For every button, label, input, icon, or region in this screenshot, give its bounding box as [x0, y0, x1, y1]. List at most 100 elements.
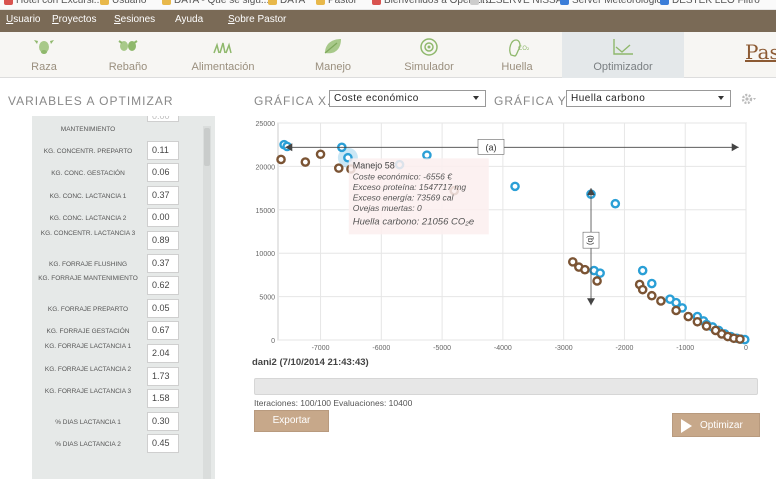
chevron-down-icon: [473, 96, 479, 100]
bookmark-icon: [162, 0, 171, 5]
bookmark-item[interactable]: DATA: [268, 0, 305, 6]
menu-ayuda[interactable]: Ayuda: [175, 14, 203, 25]
variable-value-input[interactable]: 0.05: [147, 298, 179, 318]
variable-label: KG. CONCENTR. LACTANCIA 3: [40, 230, 136, 237]
data-point-brown[interactable]: [735, 334, 745, 344]
data-point-brown[interactable]: [701, 321, 712, 331]
data-point-brown[interactable]: [300, 157, 311, 167]
menu-sobre-pastor[interactable]: Sobre Pastor: [228, 14, 286, 25]
optimize-button[interactable]: Optimizar: [672, 413, 760, 437]
data-point-brown[interactable]: [333, 163, 344, 173]
variable-label: KG. FORRAJE FLUSHING: [48, 260, 127, 268]
data-point-brown[interactable]: [315, 149, 326, 160]
bookmark-item[interactable]: Usuario: [100, 0, 146, 6]
graph-y-title: GRÁFICA Y.: [494, 94, 570, 108]
variable-value-input[interactable]: 0.89: [147, 231, 179, 250]
data-point-brown[interactable]: [646, 290, 657, 301]
data-point-blue[interactable]: [637, 265, 648, 276]
scatter-chart[interactable]: -7000 -6000 -5000 -4000 -3000 -2000 -1000 0 0 500…: [248, 114, 758, 356]
variable-value-input[interactable]: 0.45: [147, 434, 179, 454]
x-tick-label: -5000: [433, 345, 451, 352]
variable-value-input[interactable]: 0.06: [147, 163, 179, 183]
variable-value-input[interactable]: 0.00: [147, 208, 179, 228]
variable-value-input[interactable]: 0.00: [147, 116, 179, 122]
data-point-brown[interactable]: [671, 305, 681, 316]
graph-x-title: GRÁFICA X.: [254, 94, 332, 108]
variable-row: KG. FORRAJE LACTANCIA 1 2.04: [32, 339, 215, 363]
gear-icon[interactable]: [740, 92, 756, 106]
variable-value-input[interactable]: 0.37: [147, 185, 179, 205]
data-point-brown[interactable]: [592, 276, 602, 286]
data-point-blue[interactable]: [422, 150, 432, 160]
variable-row: KG. FORRAJE FLUSHING 0.37: [32, 249, 215, 273]
play-icon: [681, 419, 692, 433]
variable-value-input[interactable]: 0.11: [147, 140, 179, 160]
data-point-brown[interactable]: [683, 311, 694, 322]
bookmark-item[interactable]: Server Meteorológic...: [560, 0, 670, 6]
variable-value-input[interactable]: 0.62: [147, 276, 179, 296]
data-point-brown[interactable]: [276, 154, 286, 165]
bookmark-icon: [372, 0, 381, 5]
variable-value-input[interactable]: 1.58: [147, 389, 179, 409]
variable-value-input[interactable]: 0.67: [147, 321, 179, 341]
variable-label: KG. CONC. LACTANCIA 1: [49, 192, 127, 200]
variable-row: KG. FORRAJE GESTACIÓN 0.67: [32, 316, 215, 341]
menu-proyectos[interactable]: Proyectos: [52, 14, 96, 25]
nav-optimizador[interactable]: Optimizador: [562, 32, 684, 78]
bookmark-label: Pastor: [328, 0, 357, 6]
variable-value-input[interactable]: 0.37: [147, 253, 179, 273]
bookmark-icon: [100, 0, 109, 5]
variable-label: KG. CONC. GESTACIÓN: [51, 170, 125, 178]
export-button[interactable]: Exportar: [254, 410, 329, 432]
bookmark-item[interactable]: RESERVE NISSAN: [470, 0, 570, 6]
nav-manejo[interactable]: Manejo: [298, 32, 368, 78]
variable-label: KG. CONC. LACTANCIA 2: [49, 215, 127, 223]
data-point-brown[interactable]: [692, 316, 703, 327]
variable-value-input[interactable]: 2.04: [147, 344, 179, 363]
variable-row: KG. FORRAJE PREPARTO 0.05: [32, 294, 215, 318]
y-tick-label: 15000: [256, 208, 276, 215]
chart-line-icon: [613, 39, 633, 55]
menu-sesiones[interactable]: Sesiones: [114, 14, 155, 25]
data-point-brown[interactable]: [580, 264, 590, 275]
graph-x-select[interactable]: Coste económico: [329, 90, 486, 107]
data-point-blue[interactable]: [610, 198, 621, 209]
variable-row: KG. CONC. GESTACIÓN 0.06: [32, 158, 215, 183]
variable-label: KG. FORRAJE MANTENIMIENTO: [38, 275, 138, 283]
variable-label: KG. FORRAJE LACTANCIA 2: [44, 365, 132, 373]
nav-huella[interactable]: CO₂ Huella: [486, 32, 548, 78]
variables-panel: MANTENIMIENTO 0.00 KG. CONCENTR. PREPARTO 0…: [32, 116, 215, 479]
tooltip-line: Coste económico: -6556 €: [353, 171, 453, 181]
variables-title: VARIABLES A OPTIMIZAR: [8, 94, 174, 108]
arrow-b-label: (b): [586, 235, 595, 245]
variable-label: % DIAS LACTANCIA 2: [55, 441, 121, 449]
data-point-blue[interactable]: [595, 268, 605, 278]
variable-label: KG. FORRAJE GESTACIÓN: [46, 328, 130, 336]
x-tick-label: 0: [744, 345, 748, 352]
grass-icon: [213, 42, 232, 54]
data-point-brown[interactable]: [637, 284, 648, 295]
variables-scroll-thumb[interactable]: [204, 128, 210, 166]
graph-y-select[interactable]: Huella carbono: [566, 90, 731, 107]
x-tick-label: -3000: [555, 345, 573, 352]
nav-alimentacion[interactable]: Alimentación: [180, 32, 266, 78]
data-point-blue[interactable]: [510, 181, 520, 192]
bookmark-item[interactable]: Pastor: [316, 0, 357, 6]
variables-scrollbar[interactable]: [203, 126, 211, 479]
leaf-icon: [324, 39, 341, 54]
variable-value-input[interactable]: 1.73: [147, 366, 179, 386]
nav-raza[interactable]: Raza: [14, 32, 74, 78]
bookmark-item[interactable]: DATA - Qué se sigu...: [162, 0, 269, 6]
bookmark-item[interactable]: Hotel con Excursi...: [4, 0, 102, 6]
variable-value-input[interactable]: 0.30: [147, 411, 179, 431]
nav-rebano[interactable]: Rebaño: [86, 32, 170, 78]
sheep-head-icon: [34, 40, 54, 54]
pastor-logo[interactable]: Past: [745, 40, 776, 64]
menu-usuario[interactable]: Usuario: [6, 14, 40, 25]
variable-row: KG. FORRAJE MANTENIMIENTO 0.62: [32, 271, 215, 296]
nav-simulador[interactable]: Simulador: [394, 32, 464, 78]
bookmark-icon: [560, 0, 569, 5]
data-point-brown[interactable]: [656, 296, 666, 306]
data-point-blue[interactable]: [646, 278, 657, 289]
bookmark-item[interactable]: DESTEK LEO Filtro: [660, 0, 760, 6]
